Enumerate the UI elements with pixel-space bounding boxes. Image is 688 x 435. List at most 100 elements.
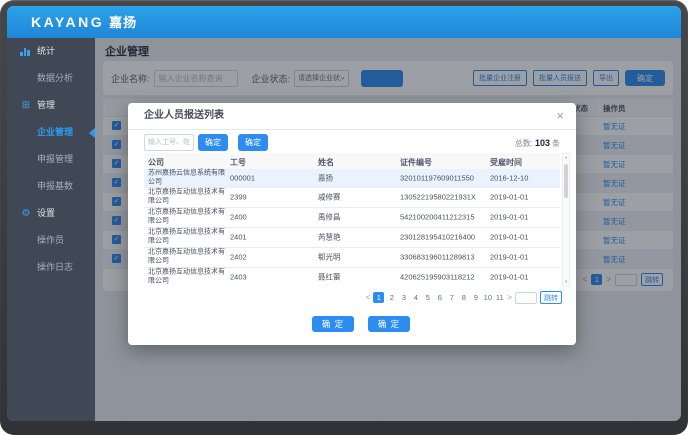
cell-name: 聂红蕾 (318, 272, 341, 283)
total-count: 总数:103条 (515, 138, 560, 149)
cell-name: 芮慧艳 (318, 232, 341, 243)
sidebar-item-management[interactable]: ⊞ 管理 (7, 92, 95, 119)
sidebar-item-label: 操作员 (37, 235, 64, 245)
cell-hire-date: 2019-01-01 (490, 233, 528, 242)
modal-footer-confirm-1[interactable]: 确 定 (312, 316, 354, 332)
personnel-table: 公司 工号 姓名 证件编号 受雇时间 苏州嘉扬云信息系统有限公司 000001 … (144, 153, 560, 287)
page-number[interactable]: 2 (387, 292, 396, 303)
app-screen: KAYANG 嘉扬 统计 数据分析 ⊞ 管理 企业管理 申报管理 申报基数 ⚙ 设置 … (7, 6, 681, 421)
modal-pagination: < 1 2 3 4 5 6 7 8 9 10 11 > 跳转 (366, 291, 562, 304)
sidebar-item-label: 数据分析 (37, 73, 73, 83)
page-number[interactable]: 4 (411, 292, 420, 303)
page-number[interactable]: 5 (423, 292, 432, 303)
modal-title: 企业人员报送列表 (144, 103, 224, 129)
bar-chart-icon (20, 47, 32, 56)
prev-page-icon[interactable]: < (366, 293, 371, 302)
sidebar-item-label: 管理 (37, 100, 55, 110)
personnel-search-input[interactable] (144, 134, 194, 151)
total-number: 103 (535, 138, 550, 148)
col-company: 公司 (148, 157, 164, 168)
page-number[interactable]: 9 (471, 292, 480, 303)
sidebar-item-label: 操作日志 (37, 262, 73, 272)
cell-emp-id: 2400 (230, 213, 247, 222)
cell-cert-no: 230128195410216400 (400, 233, 475, 242)
sidebar-item-operation-log[interactable]: 操作日志 (7, 254, 95, 281)
table-row[interactable]: 北京嘉扬互动信息技术有限公司 2402 郗光明 3306831960112898… (144, 247, 560, 268)
table-row[interactable]: 北京嘉扬互动信息技术有限公司 2401 芮慧艳 2301281954102164… (144, 227, 560, 248)
page-number[interactable]: 6 (435, 292, 444, 303)
cell-cert-no: 13052219580221931X (400, 193, 476, 202)
modal-confirm-button-1[interactable]: 确定 (198, 134, 228, 151)
sidebar-item-label: 设置 (37, 208, 55, 218)
total-suffix: 条 (552, 139, 560, 148)
sidebar-item-label: 统计 (37, 46, 55, 56)
cell-company: 苏州嘉扬云信息系统有限公司 (148, 170, 228, 187)
cell-company: 北京嘉扬互动信息技术有限公司 (148, 249, 228, 266)
sidebar-item-label: 申报基数 (37, 181, 73, 191)
page-number[interactable]: 10 (483, 292, 492, 303)
cell-hire-date: 2019-01-01 (490, 253, 528, 262)
cell-hire-date: 2019-01-01 (490, 213, 528, 222)
page-number[interactable]: 3 (399, 292, 408, 303)
cell-emp-id: 2402 (230, 253, 247, 262)
cell-name: 戚修赛 (318, 192, 341, 203)
col-name: 姓名 (318, 157, 334, 168)
table-row[interactable]: 北京嘉扬互动信息技术有限公司 2403 聂红蕾 4206251959031182… (144, 267, 560, 287)
page-jump-button[interactable]: 跳转 (540, 291, 562, 304)
sidebar-item-declaration-base[interactable]: 申报基数 (7, 173, 95, 200)
cell-cert-no: 542100200411212315 (400, 213, 475, 222)
col-hire-date: 受雇时间 (490, 157, 522, 168)
brand-logo-cn: 嘉扬 (109, 15, 137, 30)
gear-icon: ⚙ (20, 200, 32, 227)
modal-confirm-button-2[interactable]: 确定 (238, 134, 268, 151)
cell-name: 禹修昌 (318, 212, 341, 223)
cell-cert-no: 420625195903118212 (400, 273, 475, 282)
grid-icon: ⊞ (20, 92, 32, 119)
table-scrollbar[interactable]: ∧ ∨ (562, 153, 570, 287)
page-number[interactable]: 7 (447, 292, 456, 303)
personnel-submission-modal: 企业人员报送列表 × 确定 确定 总数:103条 公司 工号 姓名 证件编号 受… (128, 103, 576, 345)
sidebar-item-label: 企业管理 (37, 127, 73, 137)
page-jump-input[interactable] (515, 292, 537, 304)
cell-company: 北京嘉扬互动信息技术有限公司 (148, 209, 228, 226)
cell-hire-date: 2019-01-01 (490, 193, 528, 202)
cell-company: 北京嘉扬互动信息技术有限公司 (148, 229, 228, 246)
brand-logo: KAYANG 嘉扬 (31, 6, 137, 39)
next-page-icon[interactable]: > (507, 293, 512, 302)
table-row[interactable]: 苏州嘉扬云信息系统有限公司 000001 嘉扬 3201011976090115… (144, 169, 560, 188)
cell-emp-id: 2399 (230, 193, 247, 202)
modal-footer-confirm-2[interactable]: 确 定 (368, 316, 410, 332)
modal-header: 企业人员报送列表 × (128, 103, 576, 130)
sidebar-item-data-analysis[interactable]: 数据分析 (7, 65, 95, 92)
sidebar-item-enterprise-management[interactable]: 企业管理 (7, 119, 95, 146)
cell-cert-no: 320101197609011550 (400, 174, 474, 183)
scroll-down-icon[interactable]: ∨ (563, 279, 569, 285)
sidebar-item-statistics[interactable]: 统计 (7, 38, 95, 65)
brand-logo-text: KAYANG (31, 14, 104, 30)
sidebar-item-settings[interactable]: ⚙ 设置 (7, 200, 95, 227)
cell-emp-id: 000001 (230, 174, 255, 183)
col-cert-no: 证件编号 (400, 157, 432, 168)
cell-company: 北京嘉扬互动信息技术有限公司 (148, 269, 228, 286)
sidebar: 统计 数据分析 ⊞ 管理 企业管理 申报管理 申报基数 ⚙ 设置 操作员 操作日志 (7, 38, 95, 421)
cell-cert-no: 330683196011289813 (400, 253, 475, 262)
sidebar-item-operator[interactable]: 操作员 (7, 227, 95, 254)
table-row[interactable]: 北京嘉扬互动信息技术有限公司 2399 戚修赛 1305221958022193… (144, 187, 560, 208)
cell-company: 北京嘉扬互动信息技术有限公司 (148, 189, 228, 206)
page-number[interactable]: 1 (373, 292, 384, 303)
page-number[interactable]: 8 (459, 292, 468, 303)
scroll-up-icon[interactable]: ∧ (563, 155, 569, 161)
cell-name: 嘉扬 (318, 173, 333, 184)
device-frame: KAYANG 嘉扬 统计 数据分析 ⊞ 管理 企业管理 申报管理 申报基数 ⚙ 设置 … (0, 0, 688, 435)
cell-hire-date: 2019-01-01 (490, 273, 528, 282)
app-header: KAYANG 嘉扬 (7, 6, 681, 38)
table-row[interactable]: 北京嘉扬互动信息技术有限公司 2400 禹修昌 5421002004112123… (144, 207, 560, 228)
cell-hire-date: 2016-12-10 (490, 174, 528, 183)
page-number[interactable]: 11 (495, 292, 504, 303)
cell-emp-id: 2401 (230, 233, 247, 242)
sidebar-item-label: 申报管理 (37, 154, 73, 164)
close-icon[interactable]: × (556, 103, 564, 129)
scrollbar-thumb[interactable] (564, 164, 568, 198)
cell-name: 郗光明 (318, 252, 341, 263)
sidebar-item-declaration-management[interactable]: 申报管理 (7, 146, 95, 173)
